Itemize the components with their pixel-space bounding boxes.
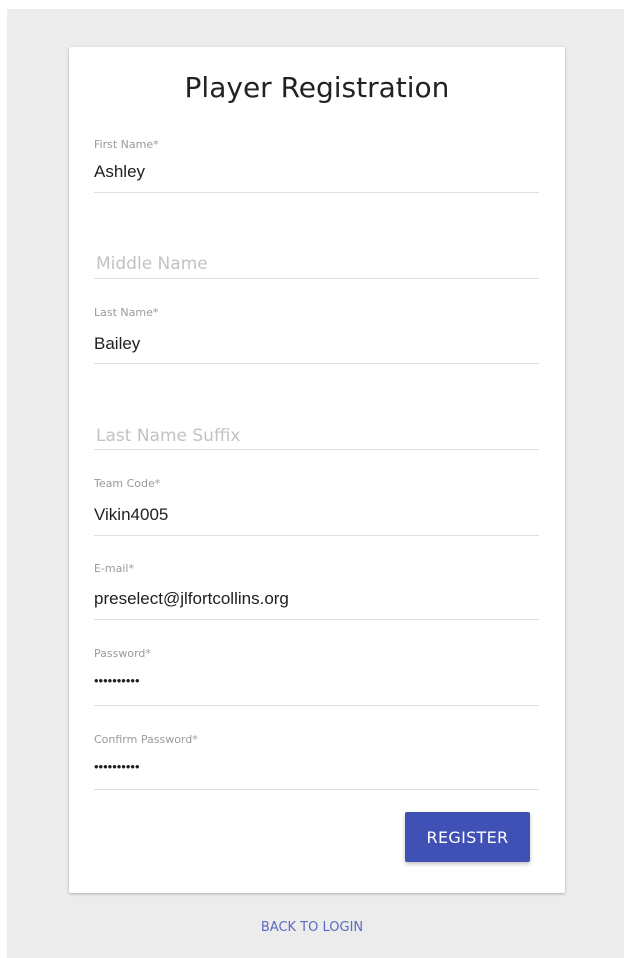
password-field[interactable]: Password* •••••••••• [94,647,539,707]
email-value: preselect@jlfortcollins.org [94,589,289,608]
email-field[interactable]: E-mail* preselect@jlfortcollins.org [94,561,539,621]
password-label: Password* [94,647,151,660]
back-to-login-link[interactable]: BACK TO LOGIN [0,920,624,935]
team-code-underline [94,535,539,536]
last-name-suffix-underline [94,449,539,450]
first-name-value: Ashley [94,162,146,181]
page-title: Player Registration [184,71,450,104]
confirm-password-field[interactable]: Confirm Password* •••••••••• [94,731,539,791]
last-name-value: Bailey [94,334,141,353]
email-underline [94,619,539,620]
first-name-field[interactable]: First Name* Ashley [94,134,539,194]
register-button[interactable]: REGISTER [405,812,530,862]
confirm-password-underline [94,789,539,790]
last-name-field[interactable]: Last Name* Bailey [94,305,539,365]
middle-name-placeholder: Middle Name [96,254,208,274]
first-name-underline [94,192,539,193]
confirm-password-label: Confirm Password* [94,733,198,746]
last-name-underline [94,363,539,364]
last-name-suffix-field[interactable]: Last Name Suffix [94,391,539,451]
password-underline [94,705,539,706]
team-code-value: Vikin4005 [94,505,169,524]
last-name-label: Last Name* [94,306,159,319]
password-value: •••••••••• [94,673,140,688]
first-name-label: First Name* [94,138,159,151]
confirm-password-value: •••••••••• [94,759,140,774]
registration-card: Player Registration First Name* Ashley M… [69,47,565,893]
team-code-field[interactable]: Team Code* Vikin4005 [94,476,539,536]
team-code-label: Team Code* [94,477,161,490]
middle-name-field[interactable]: Middle Name [94,220,539,280]
middle-name-underline [94,278,539,279]
email-label: E-mail* [94,562,134,575]
last-name-suffix-placeholder: Last Name Suffix [96,426,241,446]
